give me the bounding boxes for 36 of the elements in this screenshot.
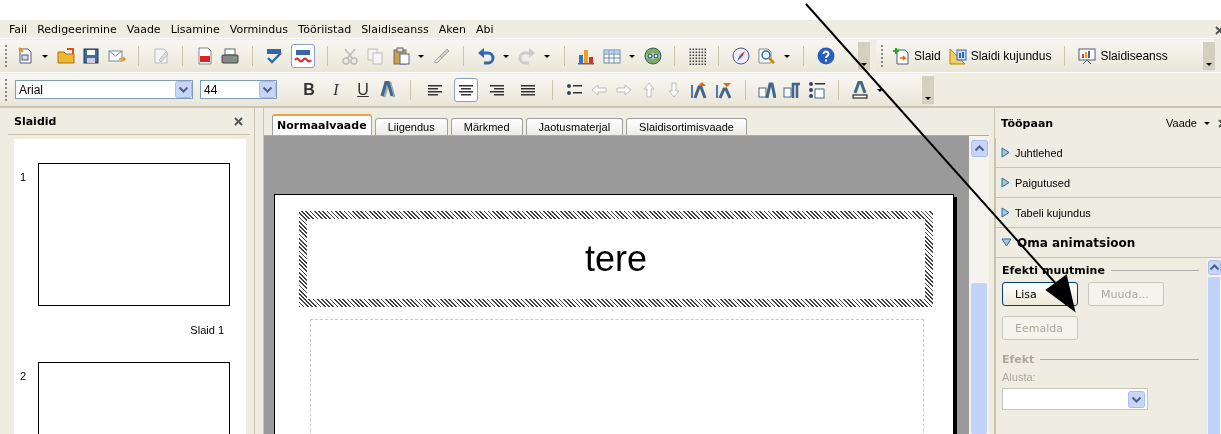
- task-pane-section[interactable]: Paigutused: [995, 168, 1221, 198]
- menu-item[interactable]: Abi: [470, 22, 499, 36]
- new-slide-button[interactable]: Slaid: [892, 46, 941, 65]
- menu-item[interactable]: Tööriistad: [293, 22, 357, 36]
- title-placeholder[interactable]: tere: [299, 211, 933, 307]
- italic-button[interactable]: I: [326, 80, 346, 99]
- font-size-field[interactable]: 44: [200, 80, 277, 99]
- view-menu[interactable]: Vaade: [1166, 117, 1197, 129]
- slide-number: 2: [20, 369, 28, 384]
- view-tab[interactable]: Liigendus: [374, 118, 448, 135]
- bold-button[interactable]: B: [299, 80, 319, 99]
- panel-title: Slaidid: [14, 114, 57, 128]
- menu-item[interactable]: Slaidiseanss: [356, 22, 434, 36]
- slide-design-button[interactable]: Slaidi kujundus: [948, 46, 1052, 65]
- menu-item[interactable]: Aken: [433, 22, 471, 36]
- task-pane-section[interactable]: Tabeli kujundus: [995, 198, 1221, 228]
- underline-button[interactable]: U: [353, 80, 373, 99]
- menu-item[interactable]: Lisamine: [165, 22, 225, 36]
- start-label: Alusta:: [1002, 371, 1037, 383]
- task-pane-section[interactable]: Juhtlehed: [995, 138, 1221, 168]
- view-tab[interactable]: Märkmed: [450, 118, 523, 135]
- task-pane-title: Tööpaan: [1001, 116, 1055, 130]
- slide-number: 1: [20, 170, 28, 185]
- menu-item[interactable]: Vormindus: [224, 22, 293, 36]
- view-tab[interactable]: Jaotusmaterjal: [525, 118, 624, 135]
- view-tab[interactable]: Slaidisortimisvaade: [626, 118, 747, 135]
- section-heading: Efekt: [1002, 353, 1035, 366]
- view-tab[interactable]: Normaalvaade: [272, 114, 372, 135]
- menu-item[interactable]: Redigeerimine: [32, 22, 122, 36]
- slide-page[interactable]: tere: [274, 194, 954, 434]
- slideshow-button[interactable]: Slaidiseanss: [1078, 46, 1168, 65]
- font-name-field[interactable]: Arial: [15, 80, 193, 99]
- slide-title: tere: [584, 238, 647, 280]
- menu-item[interactable]: Fail: [4, 22, 33, 36]
- slide-label: Slaid 1: [190, 324, 224, 336]
- menu-item[interactable]: Vaade: [121, 22, 166, 36]
